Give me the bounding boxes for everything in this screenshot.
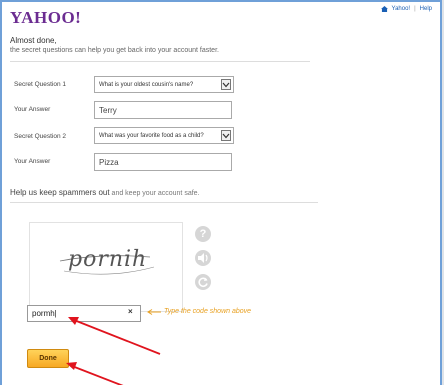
secret-question-1-value: What is your oldest cousin's name? (99, 82, 194, 88)
chevron-down-icon[interactable] (221, 130, 231, 141)
annotation-arrow-to-done (66, 362, 124, 385)
annotation-arrow-to-input (68, 317, 161, 355)
yahoo-logo: YAHOO! (10, 8, 82, 27)
clear-input-icon[interactable]: × (128, 307, 133, 316)
spam-title-main: Help us keep spammers out (10, 188, 110, 197)
refresh-icon[interactable] (195, 274, 211, 290)
answer-2-label: Your Answer (14, 158, 51, 165)
answer-1-label: Your Answer (14, 106, 51, 113)
captcha-text: pornih (68, 247, 148, 272)
secret-question-2-value: What was your favorite food as a child? (99, 133, 204, 139)
home-icon (380, 6, 388, 12)
answer-1-input[interactable]: Terry (94, 101, 232, 119)
signup-window: YAHOO! Yahoo! | Help Almost done, the se… (0, 0, 442, 385)
captcha-image: pornih (29, 222, 183, 312)
secret-question-1-select[interactable]: What is your oldest cousin's name? (94, 76, 234, 93)
captcha-hint: Type the code shown above (147, 308, 251, 315)
help-link[interactable]: Help (420, 6, 432, 12)
chevron-down-icon[interactable] (221, 79, 231, 90)
done-button[interactable]: Done (27, 349, 69, 368)
link-separator: | (414, 6, 416, 12)
audio-icon[interactable] (195, 250, 211, 266)
spam-title-rest: and keep your account safe. (109, 190, 200, 197)
spam-section-title: Help us keep spammers out and keep your … (10, 188, 200, 197)
answer-2-input[interactable]: Pizza (94, 153, 232, 171)
secret-question-2-select[interactable]: What was your favorite food as a child? (94, 127, 234, 144)
secret-question-1-label: Secret Question 1 (14, 81, 67, 88)
intro-title: Almost done, (10, 36, 57, 45)
top-links: Yahoo! | Help (380, 6, 432, 12)
captcha-code-input[interactable]: pormh| (27, 305, 141, 322)
intro-subtitle: the secret questions can help you get ba… (10, 47, 219, 54)
divider (10, 202, 318, 203)
captcha-hint-text: Type the code shown above (164, 308, 252, 315)
yahoo-home-link[interactable]: Yahoo! (392, 6, 411, 12)
help-icon[interactable]: ? (195, 226, 211, 242)
secret-question-2-label: Secret Question 2 (14, 133, 67, 140)
divider (10, 61, 310, 62)
arrow-left-icon (147, 308, 161, 315)
